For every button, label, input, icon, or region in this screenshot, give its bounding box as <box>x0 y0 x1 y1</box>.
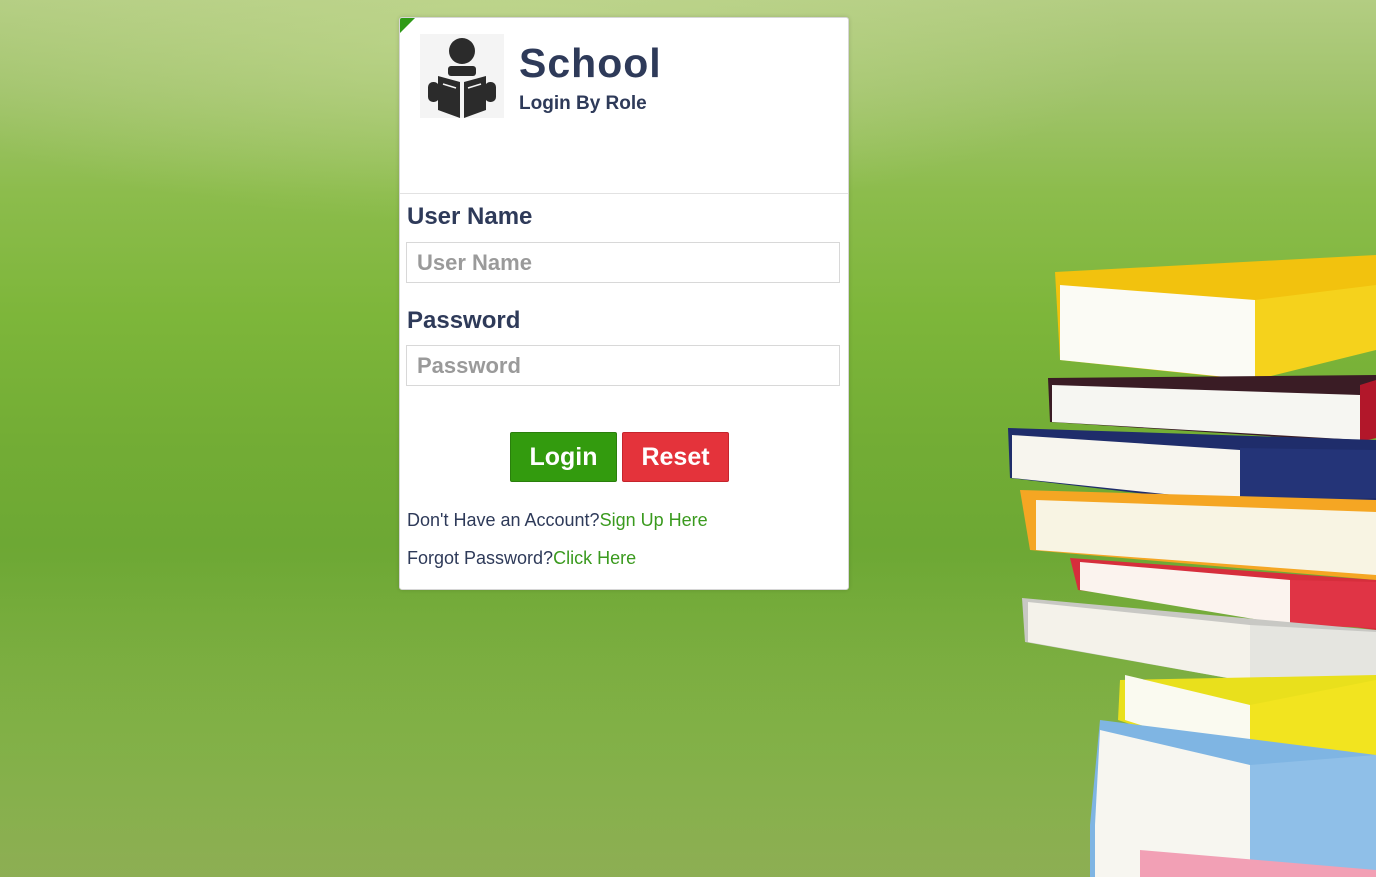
username-input[interactable] <box>406 242 840 283</box>
app-subtitle: Login By Role <box>519 93 647 114</box>
password-label: Password <box>407 307 521 334</box>
signup-link[interactable]: Sign Up Here <box>600 510 708 530</box>
forgot-password-link[interactable]: Click Here <box>553 548 636 568</box>
forgot-prompt: Forgot Password? <box>407 548 554 568</box>
login-button[interactable]: Login <box>510 432 617 482</box>
login-card: School Login By Role User Name Password … <box>399 17 849 590</box>
header-divider <box>400 193 848 194</box>
app-title: School <box>519 40 662 86</box>
books-stack-image <box>1008 255 1376 877</box>
reader-icon <box>420 34 504 118</box>
signup-prompt: Don't Have an Account? <box>407 510 600 530</box>
signup-line: Don't Have an Account?Sign Up Here <box>407 510 708 531</box>
forgot-line: Forgot Password?Click Here <box>407 548 636 569</box>
reset-button[interactable]: Reset <box>622 432 729 482</box>
card-corner-accent <box>400 18 415 33</box>
username-label: User Name <box>407 203 533 230</box>
password-input[interactable] <box>406 345 840 386</box>
